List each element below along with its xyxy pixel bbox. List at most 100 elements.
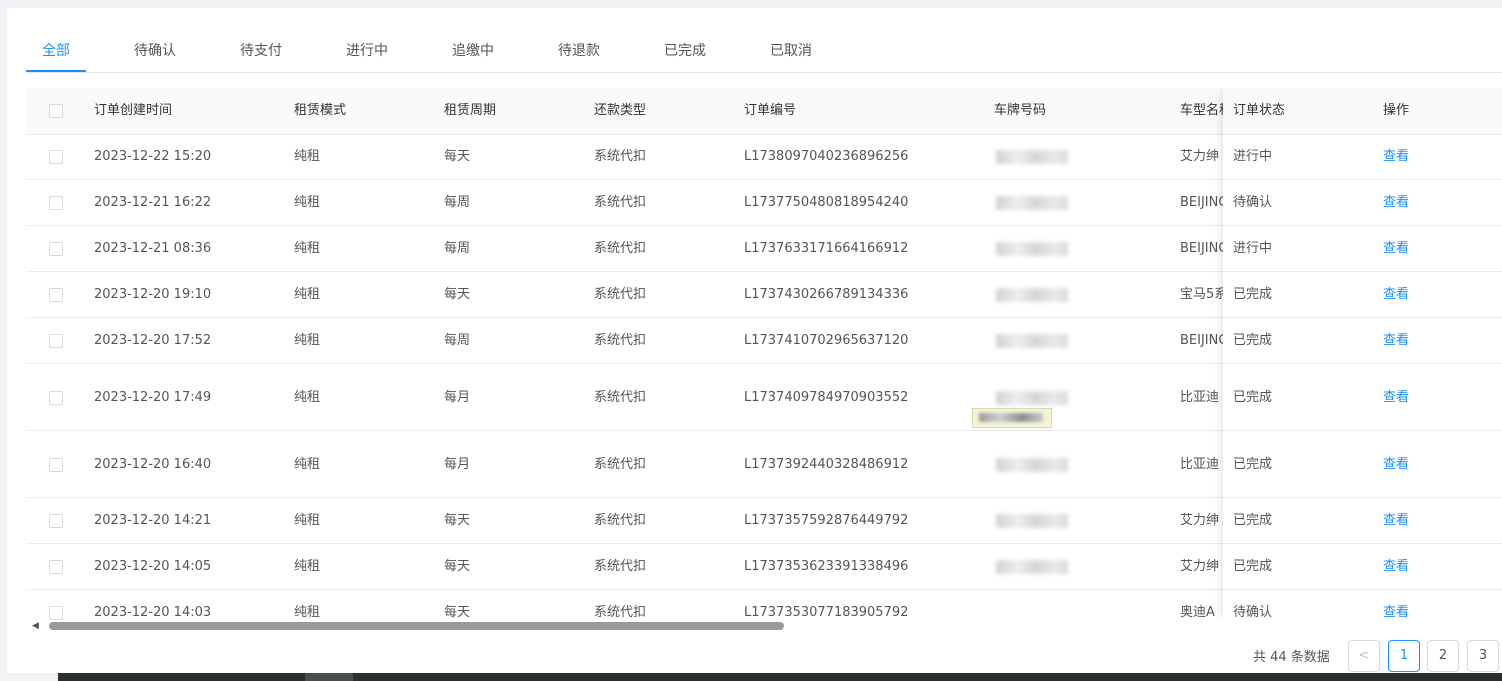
table-row: 已完成 查看	[1223, 498, 1502, 544]
cell-lease-mode: 纯租	[294, 333, 321, 348]
cell-order-status: 已完成	[1233, 390, 1273, 405]
cell-order-number: L1737353077183905792	[744, 605, 909, 620]
view-link[interactable]: 查看	[1383, 364, 1443, 431]
table-row: 已完成 查看	[1223, 272, 1502, 318]
cell-lease-mode: 纯租	[294, 457, 321, 472]
cell-repay-type: 系统代扣	[594, 605, 647, 620]
cell-created-time: 2023-12-20 16:40	[94, 457, 212, 472]
plate-number-redacted	[996, 288, 1068, 302]
header-model[interactable]: 车型名称	[1180, 88, 1223, 134]
row-checkbox[interactable]	[49, 606, 63, 620]
cell-lease-mode: 纯租	[294, 605, 321, 620]
cell-lease-period: 每月	[444, 390, 471, 405]
cell-order-status: 已完成	[1233, 559, 1273, 574]
cell-model: 艾力绅	[1180, 513, 1220, 528]
cell-order-status: 已完成	[1233, 513, 1273, 528]
view-link[interactable]: 查看	[1383, 272, 1443, 318]
cell-lease-mode: 纯租	[294, 149, 321, 164]
page-3-button[interactable]: 3	[1467, 640, 1499, 672]
tab-2[interactable]: 待支付	[240, 38, 310, 71]
row-checkbox[interactable]	[49, 560, 63, 574]
chevron-left-icon: <	[1358, 648, 1370, 663]
caret-left-icon[interactable]: ◀	[32, 621, 39, 631]
cell-model: 宝马5系	[1180, 287, 1223, 302]
view-link[interactable]: 查看	[1383, 134, 1443, 180]
table-row: 已完成 查看	[1223, 364, 1502, 431]
header-lease-mode[interactable]: 租赁模式	[294, 88, 414, 134]
cell-order-number: L1738097040236896256	[744, 149, 909, 164]
scrollbar-thumb[interactable]	[49, 622, 784, 630]
cell-model: 比亚迪	[1180, 457, 1220, 472]
plate-number-redacted	[996, 560, 1068, 574]
page-1-button[interactable]: 1	[1388, 640, 1420, 672]
cell-order-status: 待确认	[1233, 605, 1273, 620]
select-all-checkbox[interactable]	[49, 104, 63, 118]
table-row: 已完成 查看	[1223, 544, 1502, 590]
view-link[interactable]: 查看	[1383, 590, 1443, 620]
cell-lease-period: 每月	[444, 457, 471, 472]
view-link[interactable]: 查看	[1383, 318, 1443, 364]
table-row: 待确认 查看	[1223, 180, 1502, 226]
cell-created-time: 2023-12-20 14:03	[94, 605, 212, 620]
cell-lease-period: 每周	[444, 241, 471, 256]
table-row: 待确认 查看	[1223, 590, 1502, 620]
header-lease-period[interactable]: 租赁周期	[444, 88, 564, 134]
cell-repay-type: 系统代扣	[594, 287, 647, 302]
tab-0[interactable]: 全部	[26, 38, 86, 72]
tab-5[interactable]: 待退款	[558, 38, 628, 71]
pagination-total: 共 44 条数据	[1253, 650, 1330, 665]
header-order-status[interactable]: 订单状态	[1233, 88, 1353, 134]
view-link[interactable]: 查看	[1383, 431, 1443, 498]
horizontal-scrollbar[interactable]: ◀	[26, 620, 1502, 632]
row-checkbox[interactable]	[49, 150, 63, 164]
tab-7[interactable]: 已取消	[770, 38, 840, 71]
tab-3[interactable]: 进行中	[346, 38, 416, 71]
cell-created-time: 2023-12-20 19:10	[94, 287, 212, 302]
row-checkbox[interactable]	[49, 196, 63, 210]
page-2-button[interactable]: 2	[1427, 640, 1459, 672]
cell-lease-period: 每周	[444, 195, 471, 210]
cell-lease-period: 每天	[444, 605, 471, 620]
cell-lease-period: 每天	[444, 287, 471, 302]
plate-number-redacted	[996, 458, 1068, 472]
row-checkbox[interactable]	[49, 334, 63, 348]
order-status-tabs: 全部 待确认 待支付 进行中 追缴中 待退款 已完成 已取消	[26, 38, 1502, 73]
cell-order-number: L1737409784970903552	[744, 390, 909, 405]
cell-lease-period: 每周	[444, 333, 471, 348]
view-link[interactable]: 查看	[1383, 180, 1443, 226]
cell-model: BEIJING	[1180, 333, 1223, 348]
row-checkbox[interactable]	[49, 458, 63, 472]
tab-1[interactable]: 待确认	[134, 38, 204, 71]
cell-lease-period: 每天	[444, 559, 471, 574]
cell-repay-type: 系统代扣	[594, 559, 647, 574]
tab-6[interactable]: 已完成	[664, 38, 734, 71]
table-row: 已完成 查看	[1223, 431, 1502, 498]
plate-number-redacted	[996, 196, 1068, 210]
row-checkbox[interactable]	[49, 514, 63, 528]
cell-order-status: 进行中	[1233, 149, 1273, 164]
cell-repay-type: 系统代扣	[594, 457, 647, 472]
header-created-time[interactable]: 订单创建时间	[94, 88, 274, 134]
view-link[interactable]: 查看	[1383, 226, 1443, 272]
cell-created-time: 2023-12-20 14:21	[94, 513, 212, 528]
row-checkbox[interactable]	[49, 242, 63, 256]
cell-lease-mode: 纯租	[294, 513, 321, 528]
row-checkbox[interactable]	[49, 288, 63, 302]
cell-order-status: 已完成	[1233, 457, 1273, 472]
cell-lease-mode: 纯租	[294, 287, 321, 302]
tab-4[interactable]: 追缴中	[452, 38, 522, 71]
cell-lease-mode: 纯租	[294, 195, 321, 210]
header-repay-type[interactable]: 还款类型	[594, 88, 714, 134]
view-link[interactable]: 查看	[1383, 498, 1443, 544]
cell-order-number: L1737357592876449792	[744, 513, 909, 528]
cell-lease-mode: 纯租	[294, 241, 321, 256]
plate-number-redacted	[996, 514, 1068, 528]
cell-order-number: L1737353623391338496	[744, 559, 909, 574]
cell-model: BEIJING	[1180, 195, 1223, 210]
view-link[interactable]: 查看	[1383, 544, 1443, 590]
plate-number-redacted	[996, 242, 1068, 256]
header-plate-number[interactable]: 车牌号码	[994, 88, 1144, 134]
row-checkbox[interactable]	[49, 391, 63, 405]
header-order-number[interactable]: 订单编号	[744, 88, 944, 134]
prev-page-button[interactable]: <	[1348, 640, 1380, 672]
